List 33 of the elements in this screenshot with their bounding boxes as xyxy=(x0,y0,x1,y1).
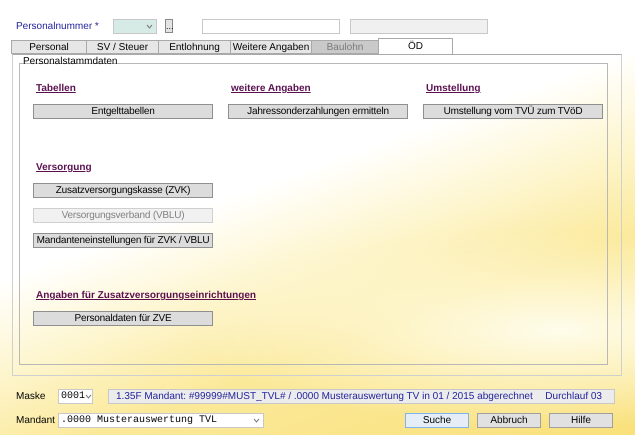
action-button[interactable]: Jahressonderzahlungen ermitteln xyxy=(228,104,408,119)
client-dropdown[interactable]: .0000 Musterauswertung TVL xyxy=(58,413,264,428)
section-heading: weitere Angaben xyxy=(230,83,311,94)
tab[interactable]: Personal xyxy=(11,40,87,54)
footer-button[interactable]: Suche xyxy=(405,413,469,428)
mask-dropdown[interactable]: 0001 xyxy=(58,389,93,404)
action-button[interactable]: Zusatzversorgungskasse (ZVK) xyxy=(33,183,213,198)
footer-button[interactable]: Hilfe xyxy=(549,413,613,428)
client-label: Mandant xyxy=(16,415,56,426)
section-heading: Versorgung xyxy=(35,162,92,173)
footer-button[interactable]: Abbruch xyxy=(477,413,541,428)
caret-icon xyxy=(85,394,92,399)
group-title: Personalstammdaten xyxy=(22,56,118,67)
section-heading: Angaben für Zusatzversorgungseinrichtungen xyxy=(35,290,256,301)
status-text: 1.35F Mandant: #99999#MUST_TVL# / .0000 Musterauswertung TV in 01 / 2015 abgerechnet xyxy=(116,391,533,402)
tab[interactable]: Entlohnung xyxy=(158,40,231,54)
action-button[interactable]: Mandanteneinstellungen für ZVK / VBLU xyxy=(33,233,213,248)
tab[interactable]: Weitere Angaben xyxy=(230,40,312,54)
section-heading: Umstellung xyxy=(425,83,480,94)
action-button[interactable]: Umstellung vom TVÜ zum TVöD xyxy=(423,104,603,119)
run-label: Durchlauf 03 xyxy=(545,391,602,402)
lookup-button[interactable]: ... xyxy=(165,19,173,33)
caret-icon xyxy=(146,24,153,28)
personnel-number-dropdown[interactable] xyxy=(113,18,157,34)
field-label: Personalnummer * xyxy=(16,20,100,32)
mask-label: Maske xyxy=(16,391,46,402)
action-button[interactable]: Personaldaten für ZVE xyxy=(33,311,213,326)
tab[interactable]: ÖD xyxy=(378,38,453,54)
input-field[interactable] xyxy=(202,18,340,34)
section-heading: Tabellen xyxy=(35,83,76,94)
tab[interactable]: SV / Steuer xyxy=(86,40,159,54)
action-button[interactable]: Entgelttabellen xyxy=(33,104,213,119)
caret-icon xyxy=(253,418,260,423)
